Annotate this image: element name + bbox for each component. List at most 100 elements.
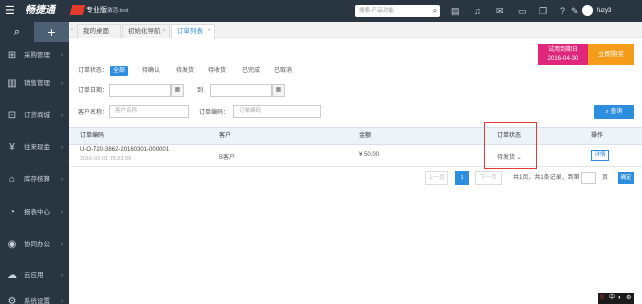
sidebar-item-label: 协同办公 [24, 241, 50, 248]
trial-label: 试用到期日 [547, 47, 578, 53]
sidebar-item-label: 订货商城 [24, 112, 50, 119]
sidebar-item-sales[interactable]: ▥ 销售管理 › [0, 70, 69, 98]
bell-icon[interactable]: ♫ [474, 3, 481, 19]
column-header-order-no: 订单编码 [80, 133, 105, 139]
sidebar: ⌕ + ⊞ 采购管理 › ▥ 销售管理 › ⊡ 订货商城 › ¥ 往来现金 › … [0, 22, 69, 304]
order-time-cell: 2016-03-01 15:23:09 [80, 156, 132, 162]
sidebar-item-cloud[interactable]: ☁ 云应用 › [0, 262, 69, 290]
settings-icon: ⚙ [7, 296, 17, 304]
amount-cell: ¥ 50.00 [359, 152, 380, 158]
order-no-cell[interactable]: U-O-720-3862-20160301-000001 [80, 147, 169, 153]
detail-button[interactable]: 详情 [591, 150, 609, 161]
sidebar-item-cash[interactable]: ¥ 往来现金 › [0, 134, 69, 162]
ime-logo-icon[interactable]: S [600, 293, 604, 304]
sidebar-item-settings[interactable]: ⚙ 系统设置 › [0, 288, 69, 304]
ime-punct-icon[interactable]: ◐ [618, 293, 622, 304]
sidebar-item-inventory[interactable]: ⌂ 库存核算 › [0, 166, 69, 194]
grid-icon[interactable]: ▤ [451, 3, 460, 19]
global-search-input[interactable]: 搜索-产品功能 [355, 5, 440, 17]
buy-now-button[interactable]: 立即购买 [588, 44, 634, 65]
query-button[interactable]: ⌕ 查询 [594, 105, 634, 119]
search-icon[interactable]: ⌕ [429, 5, 441, 17]
help-icon[interactable]: ? [560, 3, 565, 19]
status-filter-pending-receive[interactable]: 待收货 [205, 66, 229, 76]
page-number-input[interactable] [581, 172, 596, 184]
logo-mark-icon [69, 5, 86, 15]
chevron-right-icon: › [61, 176, 64, 183]
edition-sub-label: 激活.test [107, 8, 129, 14]
close-icon[interactable]: × [207, 25, 211, 38]
ime-settings-icon[interactable]: ⚙ [626, 293, 631, 304]
calendar-icon[interactable]: ▦ [171, 84, 184, 97]
cloud-icon: ☁ [7, 270, 17, 281]
query-label: 查询 [610, 109, 623, 115]
mail-icon[interactable]: ✉ [496, 3, 504, 19]
date-from-input[interactable] [109, 84, 171, 97]
logo: 畅捷通 [25, 5, 55, 16]
status-filter-completed[interactable]: 已完成 [239, 66, 263, 76]
collab-icon: ◉ [7, 239, 17, 250]
chevron-right-icon: › [61, 112, 64, 119]
pagination-summary: 共1页，共1条记录，到第 [513, 175, 580, 181]
window-icon[interactable]: ▭ [518, 3, 527, 19]
chevron-right-icon: › [61, 52, 64, 59]
order-no-input[interactable]: 订单编码 [233, 105, 321, 118]
date-to-input[interactable] [210, 84, 272, 97]
chevron-right-icon: › [61, 144, 64, 151]
search-icon[interactable]: ⌕ [0, 22, 34, 42]
yen-icon: ¥ [9, 142, 15, 153]
sidebar-item-mall[interactable]: ⊡ 订货商城 › [0, 102, 69, 130]
sidebar-item-label: 库存核算 [24, 176, 50, 183]
sidebar-item-label: 采购管理 [24, 52, 50, 59]
status-filter-pending-confirm[interactable]: 待确认 [139, 66, 163, 76]
chevron-right-icon: › [61, 80, 64, 87]
tab-label: 我的桌面 [83, 28, 109, 35]
copy-icon[interactable]: ❐ [539, 3, 547, 19]
customer-filter-label: 客户名称： [78, 110, 109, 116]
sidebar-item-collab[interactable]: ◉ 协同办公 › [0, 231, 69, 259]
column-header-actions: 操作 [591, 133, 604, 139]
sidebar-item-label: 销售管理 [24, 80, 50, 87]
sidebar-item-reports[interactable]: ◔ 报表中心 › [0, 199, 69, 227]
column-header-customer: 客户 [219, 133, 232, 139]
main-content: ‹ 我的桌面 初始化导航 × 订单列表 × 试用到期日 2016-04-30 立… [69, 22, 642, 304]
cart-icon: ⊡ [7, 110, 17, 121]
order-no-filter-label: 订单编码： [199, 110, 230, 116]
username[interactable]: fuzy3 [597, 3, 611, 19]
calendar-icon[interactable]: ▦ [272, 84, 285, 97]
sidebar-top: ⌕ + [0, 22, 69, 42]
top-bar: ☰ 畅捷通 专业版 激活.test 搜索-产品功能 ⌕ ▤ ♫ ✉ ▭ ❐ ? … [0, 0, 642, 22]
status-filter-all[interactable]: 全部 [110, 66, 129, 76]
tab-init-nav[interactable]: 初始化导航 × [122, 24, 170, 38]
highlight-box [484, 122, 537, 169]
table-row[interactable]: U-O-720-3862-20160301-000001 2016-03-01 … [69, 145, 642, 167]
sidebar-item-label: 报表中心 [24, 209, 50, 216]
prev-page-button[interactable]: 上一页 [425, 171, 448, 185]
menu-icon[interactable]: ☰ [5, 3, 15, 19]
next-page-button[interactable]: 下一页 [475, 171, 502, 185]
ime-toolbar: S 中 ◐ ⚙ [598, 293, 634, 304]
go-button[interactable]: 确定 [618, 172, 634, 184]
date-to-label: 到 [197, 88, 204, 94]
trial-expiry-button[interactable]: 试用到期日 2016-04-30 [538, 44, 588, 65]
ime-mode-icon[interactable]: 中 [609, 293, 615, 304]
chevron-right-icon: › [61, 272, 64, 279]
tab-order-list[interactable]: 订单列表 × [171, 24, 215, 39]
trial-date: 2016-04-30 [547, 56, 579, 62]
plus-icon[interactable]: + [34, 22, 69, 42]
report-icon: ◔ [8, 207, 16, 218]
customer-name-input[interactable]: 客户名称 [109, 105, 189, 118]
customer-cell: B客户 [219, 155, 236, 161]
sidebar-item-label: 云应用 [24, 272, 44, 279]
page-unit-label: 页 [602, 175, 609, 181]
close-icon[interactable]: × [162, 25, 166, 38]
status-filter-pending-ship[interactable]: 待发货 [173, 66, 197, 76]
avatar[interactable] [582, 5, 593, 16]
edition-label: 专业版 [86, 7, 107, 14]
tab-label: 初始化导航 [128, 28, 161, 35]
page-1-button[interactable]: 1 [455, 171, 469, 185]
message-icon[interactable]: ✎ [571, 3, 579, 19]
status-filter-cancelled[interactable]: 已取消 [271, 66, 295, 76]
sidebar-item-purchase[interactable]: ⊞ 采购管理 › [0, 42, 69, 70]
tab-desktop[interactable]: 我的桌面 [77, 24, 121, 38]
